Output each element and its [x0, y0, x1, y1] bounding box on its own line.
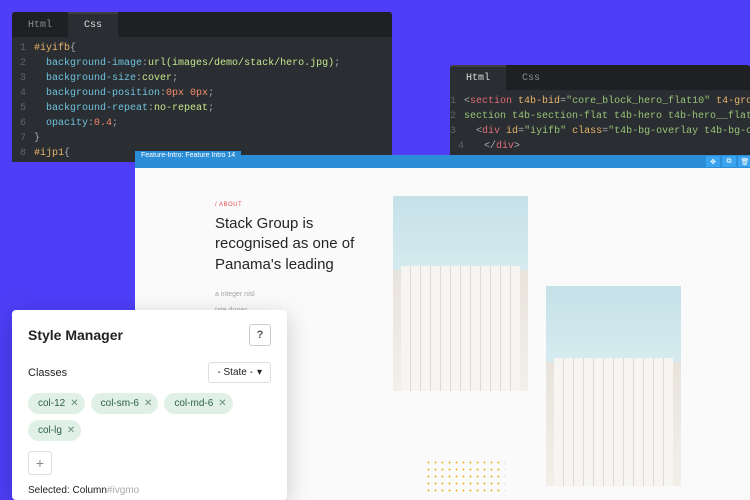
code-line: 2section t4b-section-flat t4b-hero t4b-h… — [450, 109, 750, 124]
editor-tabs: Html Css — [12, 12, 392, 37]
decorative-dot-grid — [425, 459, 505, 494]
classes-label: Classes — [28, 367, 67, 379]
tab-css[interactable]: Css — [506, 65, 556, 90]
add-class-button[interactable]: + — [28, 451, 52, 475]
section-eyebrow: / ABOUT — [215, 202, 375, 208]
code-line: 1<section t4b-bid="core_block_hero_flat1… — [450, 94, 750, 109]
editor-tabs: Html Css — [450, 65, 750, 90]
code-line: 7} — [12, 131, 392, 146]
remove-chip-icon[interactable]: ✕ — [144, 398, 152, 409]
tab-css[interactable]: Css — [68, 12, 118, 37]
class-chip[interactable]: col-md-6✕ — [164, 393, 232, 414]
class-chip[interactable]: col-sm-6✕ — [91, 393, 159, 414]
building-image-2 — [546, 286, 681, 486]
tab-html[interactable]: Html — [450, 65, 506, 90]
selected-block-label: Feature-Intro: Feature Intro 14 — [135, 151, 241, 160]
code-line: 5 background-repeat:no-repeat; — [12, 101, 392, 116]
css-editor-panel: Html Css 1#iyifb{2 background-image:url(… — [12, 12, 392, 162]
section-headline: Stack Group is recognised as one of Pana… — [215, 214, 375, 275]
copy-icon[interactable]: ⧉ — [722, 156, 736, 167]
help-button[interactable]: ? — [249, 324, 271, 346]
selected-element-readout: Selected: Column#ivgmo — [28, 485, 271, 496]
code-line: 3 <div id="iyifb" class="t4b-bg-overlay … — [450, 124, 750, 139]
tab-html[interactable]: Html — [12, 12, 68, 37]
move-icon[interactable]: ✥ — [706, 156, 720, 167]
code-line: 4 background-position:0px 0px; — [12, 86, 392, 101]
class-chip[interactable]: col-12✕ — [28, 393, 85, 414]
code-line: 3 background-size:cover; — [12, 71, 392, 86]
css-code-block[interactable]: 1#iyifb{2 background-image:url(images/de… — [12, 37, 392, 162]
panel-title: Style Manager — [28, 327, 123, 343]
chevron-down-icon: ▾ — [257, 367, 262, 378]
delete-icon[interactable]: 🗑 — [738, 156, 750, 167]
canvas-toolbar: Feature-Intro: Feature Intro 14 ✥ ⧉ 🗑 — [135, 155, 750, 168]
code-line: 6 opacity:0.4; — [12, 116, 392, 131]
code-line: 2 background-image:url(images/demo/stack… — [12, 56, 392, 71]
style-manager-panel: Style Manager ? Classes - State - ▾ col-… — [12, 310, 287, 500]
remove-chip-icon[interactable]: ✕ — [70, 398, 78, 409]
class-chip[interactable]: col-lg✕ — [28, 420, 81, 441]
code-line: 4 </div> — [450, 139, 750, 154]
code-line: 1#iyifb{ — [12, 41, 392, 56]
state-dropdown[interactable]: - State - ▾ — [208, 362, 271, 383]
remove-chip-icon[interactable]: ✕ — [218, 398, 226, 409]
class-chip-list: col-12✕ col-sm-6✕col-md-6✕ col-lg✕ — [28, 393, 271, 441]
remove-chip-icon[interactable]: ✕ — [67, 425, 75, 436]
building-image-1 — [393, 196, 528, 391]
